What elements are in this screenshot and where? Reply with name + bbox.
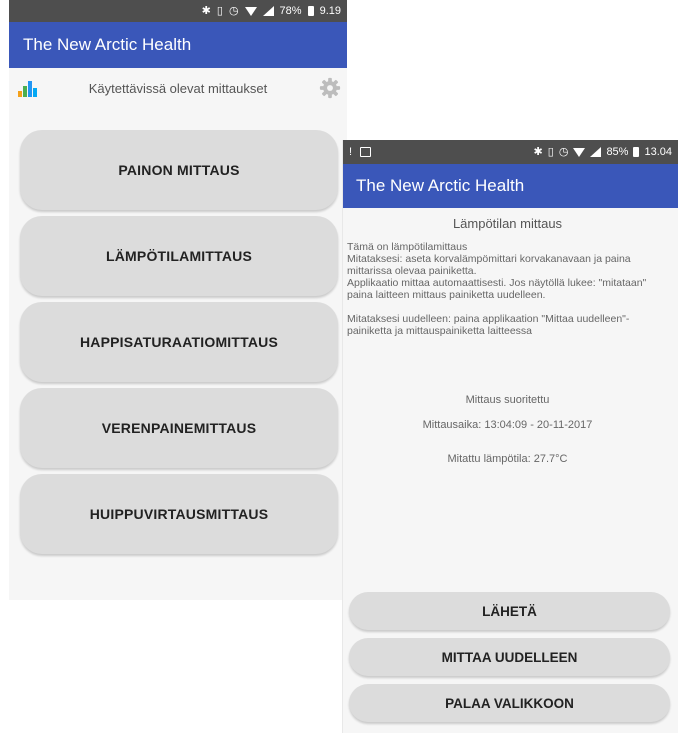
gear-icon[interactable] — [319, 77, 341, 99]
battery-icon — [633, 147, 640, 157]
peak-flow-measurement-button[interactable]: HUIPPUVIRTAUSMITTAUS — [20, 474, 338, 554]
vibrate-icon: ▯ — [547, 145, 554, 158]
battery-icon — [307, 6, 314, 16]
instruction-line: Mitataksesi uudelleen: paina applikaatio… — [347, 313, 630, 337]
wifi-icon — [244, 6, 257, 16]
action-buttons: LÄHETÄ MITTAA UUDELLEEN PALAA VALIKKOON — [349, 592, 670, 730]
alarm-icon: ◷ — [558, 145, 569, 158]
measured-temperature: Mitattu lämpötila: 27.7°C — [447, 453, 568, 465]
blood-pressure-measurement-button[interactable]: VERENPAINEMITTAUS — [20, 388, 338, 468]
measurement-status: Mittaus suoritettu — [465, 394, 550, 406]
app-bar: The New Arctic Health — [9, 22, 347, 68]
send-button[interactable]: LÄHETÄ — [349, 592, 670, 630]
remeasure-button[interactable]: MITTAA UUDELLEEN — [349, 638, 670, 676]
measurements-title: Käytettävissä olevat mittaukset — [88, 81, 268, 96]
bluetooth-icon: ✱ — [201, 4, 211, 17]
clock: 9.19 — [319, 5, 341, 17]
weight-measurement-button[interactable]: PAINON MITTAUS — [20, 130, 338, 210]
app-bar: The New Arctic Health — [343, 164, 678, 208]
vibrate-icon: ▯ — [216, 4, 223, 17]
status-bar: ✱ ▯ ◷ 78% 9.19 — [9, 0, 347, 22]
status-bar: ! ✱ ▯ ◷ 85% 13.04 — [343, 140, 678, 164]
signal-icon — [262, 6, 274, 16]
instruction-line: Tämä on lämpötilamittaus — [347, 241, 468, 253]
battery-percent: 78% — [279, 5, 302, 17]
instruction-line: Applikaatio mittaa automaattisesti. Jos … — [347, 277, 647, 301]
app-title: The New Arctic Health — [23, 35, 192, 54]
alert-icon: ! — [349, 146, 353, 158]
back-to-menu-button[interactable]: PALAA VALIKKOON — [349, 684, 670, 722]
measurement-menu: PAINON MITTAUS LÄMPÖTILAMITTAUS HAPPISAT… — [9, 108, 347, 554]
image-icon — [360, 147, 372, 157]
temperature-screen: ! ✱ ▯ ◷ 85% 13.04 The New Arctic Health … — [343, 140, 678, 733]
wifi-icon — [573, 147, 586, 157]
measurements-header: Käytettävissä olevat mittaukset — [9, 68, 347, 108]
oxygen-saturation-measurement-button[interactable]: HAPPISATURAATIOMITTAUS — [20, 302, 338, 382]
menu-screen: ✱ ▯ ◷ 78% 9.19 The New Arctic Health Käy… — [9, 0, 347, 600]
measurement-time: Mittausaika: 13:04:09 - 20-11-2017 — [422, 419, 593, 431]
instruction-line: Mitataksesi: aseta korvalämpömittari kor… — [347, 253, 631, 277]
app-title: The New Arctic Health — [356, 176, 525, 195]
clock: 13.04 — [644, 146, 672, 158]
bluetooth-icon: ✱ — [533, 145, 543, 158]
measurement-title: Lämpötilan mittaus — [452, 216, 563, 231]
instructions: Tämä on lämpötilamittaus Mitataksesi: as… — [347, 241, 668, 337]
temperature-measurement-button[interactable]: LÄMPÖTILAMITTAUS — [20, 216, 338, 296]
battery-percent: 85% — [606, 146, 629, 158]
alarm-icon: ◷ — [228, 4, 239, 17]
measurement-content: Lämpötilan mittaus Tämä on lämpötilamitt… — [343, 216, 678, 465]
signal-icon — [590, 147, 602, 157]
